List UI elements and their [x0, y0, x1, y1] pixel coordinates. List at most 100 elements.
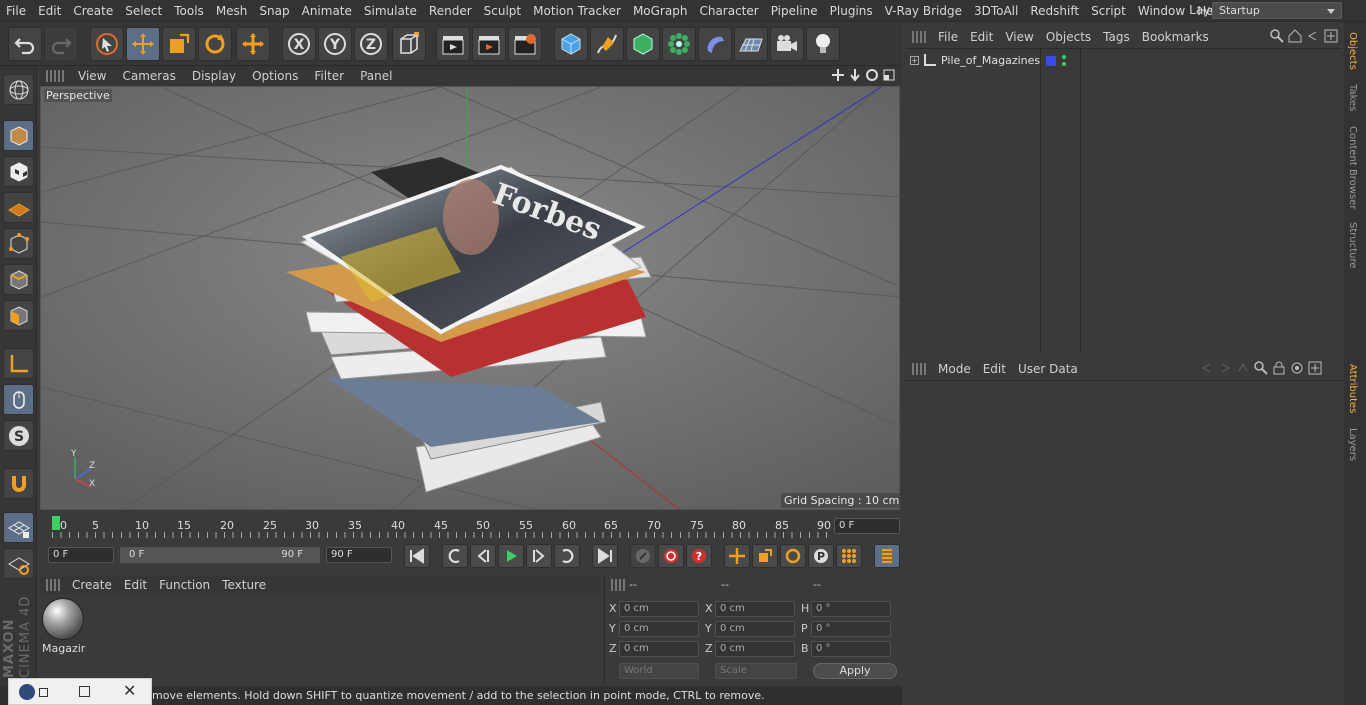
attributes-menu-user-data[interactable]: User Data	[1012, 362, 1084, 376]
tab-structure[interactable]: Structure	[1347, 222, 1358, 269]
move-tool-button[interactable]	[126, 27, 160, 61]
previous-frame-button[interactable]	[470, 544, 496, 568]
maximize-window-icon[interactable]	[79, 686, 90, 697]
expand-toggle-icon[interactable]: +	[910, 56, 919, 65]
object-menu-tags[interactable]: Tags	[1097, 30, 1136, 44]
z-axis-lock-button[interactable]: Z	[354, 27, 388, 61]
edges-mode-button[interactable]	[3, 264, 34, 295]
material-menu-edit[interactable]: Edit	[118, 578, 153, 592]
menu-window[interactable]: Window	[1132, 4, 1191, 18]
lock-icon[interactable]	[1272, 361, 1286, 375]
menu-character[interactable]: Character	[693, 4, 764, 18]
menu-sculpt[interactable]: Sculpt	[478, 4, 527, 18]
undo-button[interactable]	[8, 27, 42, 61]
object-menu-file[interactable]: File	[932, 30, 964, 44]
menu-snap[interactable]: Snap	[253, 4, 295, 18]
menu-edit[interactable]: Edit	[32, 4, 67, 18]
points-mode-button[interactable]	[3, 228, 34, 259]
key-position-button[interactable]	[724, 544, 750, 568]
layout-select[interactable]: Startup	[1212, 2, 1342, 19]
model-mode-button[interactable]	[3, 120, 34, 151]
render-picture-viewer-button[interactable]	[472, 27, 506, 61]
camera-button[interactable]	[770, 27, 804, 61]
record-keys-button[interactable]	[630, 544, 656, 568]
object-menu-bookmarks[interactable]: Bookmarks	[1136, 30, 1215, 44]
y-axis-lock-button[interactable]: Y	[318, 27, 352, 61]
coord-value-field[interactable]: 0 cm	[715, 601, 795, 617]
menu-tools[interactable]: Tools	[168, 4, 210, 18]
object-row-pile-of-magazines[interactable]: + Pile_of_Magazines	[906, 51, 1040, 71]
tweak-mode-button[interactable]	[3, 384, 34, 415]
next-frame-button[interactable]	[526, 544, 552, 568]
drag-handle-icon[interactable]	[912, 31, 926, 43]
subdivision-surface-button[interactable]	[626, 27, 660, 61]
menu-select[interactable]: Select	[119, 4, 168, 18]
coord-value-field[interactable]: 0 cm	[619, 601, 699, 617]
coord-value-field[interactable]: 0 °	[811, 601, 891, 617]
axis-mode-button[interactable]	[3, 348, 34, 379]
tab-attributes[interactable]: Attributes	[1347, 364, 1358, 413]
viewport-menu-filter[interactable]: Filter	[306, 69, 352, 83]
material-menu-create[interactable]: Create	[66, 578, 118, 592]
coord-value-field[interactable]: 0 °	[811, 641, 891, 657]
next-key-button[interactable]	[554, 544, 580, 568]
menu-create[interactable]: Create	[67, 4, 119, 18]
cloner-button[interactable]	[662, 27, 696, 61]
drag-handle-icon[interactable]	[46, 579, 60, 591]
menu-redshift[interactable]: Redshift	[1024, 4, 1085, 18]
x-axis-lock-button[interactable]: X	[282, 27, 316, 61]
zoom-icon[interactable]	[848, 68, 862, 82]
coord-value-field[interactable]: 0 cm	[619, 641, 699, 657]
render-view-button[interactable]	[436, 27, 470, 61]
menu-script[interactable]: Script	[1085, 4, 1132, 18]
transform-tool-button[interactable]	[236, 27, 270, 61]
new-panel-icon[interactable]	[1324, 29, 1338, 43]
key-pla-button[interactable]	[836, 544, 862, 568]
tab-objects[interactable]: Objects	[1347, 32, 1358, 70]
coordinate-space-select[interactable]: World	[619, 663, 699, 679]
attributes-menu-edit[interactable]: Edit	[977, 362, 1012, 376]
tab-content-browser[interactable]: Content Browser	[1347, 126, 1358, 209]
menu-render[interactable]: Render	[423, 4, 478, 18]
search-icon[interactable]	[1270, 29, 1284, 43]
target-icon[interactable]	[1290, 361, 1304, 375]
menu-file[interactable]: File	[0, 4, 32, 18]
maximize-view-icon[interactable]	[882, 68, 896, 82]
previous-key-button[interactable]	[442, 544, 468, 568]
go-to-end-button[interactable]	[592, 544, 618, 568]
make-editable-button[interactable]	[3, 74, 34, 105]
key-parameter-button[interactable]: P	[808, 544, 834, 568]
snap-button[interactable]	[3, 468, 34, 499]
solo-button[interactable]: S	[3, 420, 34, 451]
object-menu-edit[interactable]: Edit	[964, 30, 999, 44]
menu-3dtoall[interactable]: 3DToAll	[968, 4, 1024, 18]
coord-value-field[interactable]: 0 cm	[619, 621, 699, 637]
menu-mesh[interactable]: Mesh	[210, 4, 254, 18]
render-settings-button[interactable]	[508, 27, 542, 61]
home-icon[interactable]	[1288, 29, 1302, 43]
back-arrow-icon[interactable]	[1200, 361, 1214, 375]
menu-v-ray-bridge[interactable]: V-Ray Bridge	[879, 4, 968, 18]
timeline-ruler[interactable]: 0 5 10 15 20 25 30 35 40 45 50 55 60 65 70 75 80 85 90 0 F	[40, 512, 902, 542]
play-button[interactable]	[498, 544, 524, 568]
light-button[interactable]	[806, 27, 840, 61]
visibility-render-dot[interactable]	[1062, 62, 1066, 66]
orbit-icon[interactable]	[865, 68, 879, 82]
tab-takes[interactable]: Takes	[1347, 84, 1358, 111]
material-swatch[interactable]: Magazir	[42, 598, 86, 658]
menu-plugins[interactable]: Plugins	[824, 4, 879, 18]
object-menu-view[interactable]: View	[999, 30, 1039, 44]
coord-value-field[interactable]: 0 °	[811, 621, 891, 637]
current-frame-field[interactable]: 0 F	[834, 518, 900, 534]
floor-button[interactable]	[734, 27, 768, 61]
workplane-mode-button[interactable]	[3, 192, 34, 223]
cube-object-button[interactable]	[554, 27, 588, 61]
drag-handle-icon[interactable]	[912, 363, 926, 375]
drag-handle-icon[interactable]	[611, 579, 625, 591]
menu-animate[interactable]: Animate	[296, 4, 358, 18]
perspective-viewport[interactable]: Forbes Y Z X	[40, 86, 900, 510]
material-menu-function[interactable]: Function	[153, 578, 216, 592]
timeline-window-button[interactable]	[874, 544, 900, 568]
coord-value-field[interactable]: 0 cm	[715, 621, 795, 637]
key-scale-button[interactable]	[752, 544, 778, 568]
